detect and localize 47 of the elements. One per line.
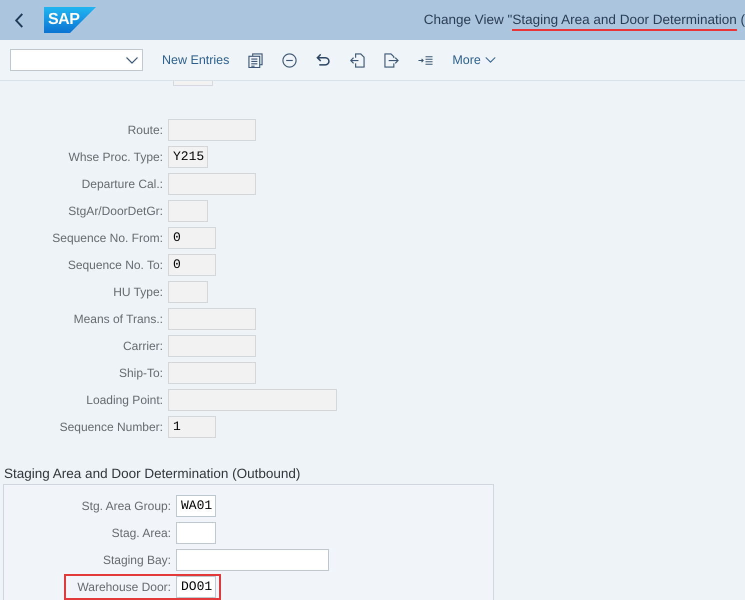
text-field[interactable] <box>168 308 256 330</box>
field-label: Departure Cal.: <box>82 176 163 190</box>
text-field[interactable] <box>168 172 256 194</box>
field-label: Route: <box>128 122 163 136</box>
field-label: Stg. Area Group: <box>82 498 171 512</box>
field-label: Staging Bay: <box>102 552 171 566</box>
new-entries-button[interactable]: New Entries <box>162 52 230 68</box>
field-label: Whse Proc. Type: <box>68 150 163 164</box>
document-arrow-left-icon[interactable] <box>350 52 366 68</box>
back-icon[interactable] <box>14 12 24 28</box>
field-label: Means of Trans.: <box>74 312 163 326</box>
text-field[interactable] <box>173 81 213 86</box>
text-field[interactable]: 0 <box>168 226 216 248</box>
dropdown[interactable] <box>10 49 143 71</box>
text-field[interactable]: 1 <box>168 416 216 438</box>
window-title: Change View "Staging Area and Door Determination ( <box>424 7 745 33</box>
field-label: StgAr/DoorDetGr: <box>68 204 163 218</box>
text-field[interactable] <box>176 548 329 570</box>
text-field[interactable]: 0 <box>168 254 216 276</box>
text-field[interactable] <box>168 334 256 356</box>
field-label: Carrier: <box>122 338 163 352</box>
text-field[interactable]: Y215 <box>168 146 208 168</box>
text-field[interactable] <box>168 362 256 384</box>
field-label: Loading Point: <box>86 392 163 406</box>
field-label: HU Type: <box>113 284 163 298</box>
text-field[interactable] <box>176 522 216 544</box>
field-label: Sequence Number: <box>60 420 163 434</box>
caret-icon <box>484 57 496 63</box>
field-label: Sequence No. To: <box>68 258 163 272</box>
field-label: Ship-To: <box>118 366 163 380</box>
text-field[interactable]: WA01 <box>176 494 216 516</box>
text-field[interactable] <box>168 200 208 222</box>
caret-icon <box>126 56 138 64</box>
field-label: Sequence No. From: <box>52 230 163 244</box>
documents-icon[interactable] <box>248 52 264 68</box>
more-button[interactable]: More <box>452 52 496 68</box>
text-field[interactable]: DO01 <box>176 576 216 598</box>
text-field[interactable] <box>168 280 208 302</box>
text-field[interactable] <box>168 388 337 410</box>
logo: SAP <box>44 7 96 33</box>
text-field[interactable] <box>168 118 256 140</box>
section-title: Staging Area and Door Determination (Outbound) <box>3 465 302 483</box>
document-arrow-right-icon[interactable] <box>384 52 400 68</box>
field-label: Warehouse Door: <box>77 580 171 594</box>
minus-circle-icon[interactable] <box>282 52 298 68</box>
field-label: Stag. Area: <box>112 526 171 540</box>
undo-icon[interactable] <box>316 52 332 68</box>
